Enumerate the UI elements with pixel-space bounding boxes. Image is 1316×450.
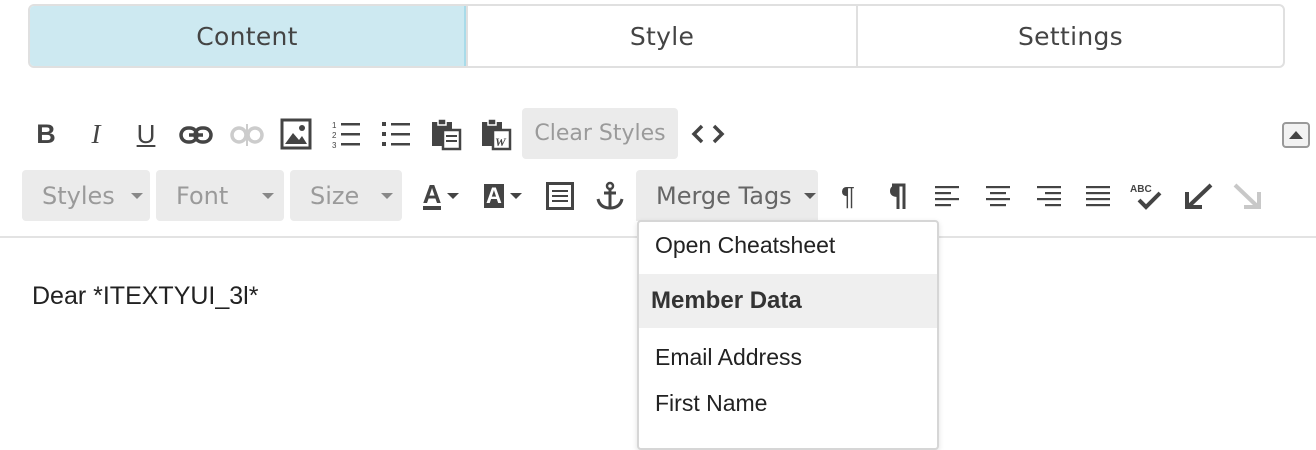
numbered-list-icon[interactable]: 123 — [330, 118, 362, 150]
italic-button[interactable]: I — [84, 118, 108, 150]
font-dropdown[interactable]: Font — [156, 170, 284, 221]
source-code-icon[interactable] — [690, 118, 726, 150]
font-dropdown-label: Font — [176, 181, 229, 210]
link-icon[interactable] — [178, 120, 214, 150]
tab-style[interactable]: Style — [466, 6, 856, 66]
svg-text:ABC: ABC — [1130, 184, 1152, 195]
chevron-down-icon — [381, 192, 394, 199]
bullet-list-icon[interactable] — [380, 118, 412, 150]
bold-button[interactable]: B — [34, 118, 58, 150]
merge-tags-menu: Open Cheatsheet Member Data Email Addres… — [637, 220, 939, 450]
open-cheatsheet-item[interactable]: Open Cheatsheet — [655, 232, 835, 259]
undo-icon[interactable] — [1182, 180, 1214, 212]
collapse-toolbar-button[interactable] — [1282, 122, 1310, 148]
text-color-label: A — [422, 179, 442, 210]
member-data-header: Member Data — [639, 274, 937, 328]
chevron-down-icon — [803, 192, 816, 199]
redo-icon[interactable] — [1232, 180, 1264, 212]
size-dropdown-label: Size — [310, 181, 360, 210]
editor-tabs: Content Style Settings — [28, 4, 1285, 68]
align-center-icon[interactable] — [984, 182, 1012, 210]
svg-text:2: 2 — [332, 131, 337, 140]
tab-content[interactable]: Content — [30, 6, 466, 66]
editor-body-text[interactable]: Dear *ITEXTYUI_3l* — [32, 282, 258, 311]
pilcrow-ltr-icon[interactable]: ¶ — [834, 180, 862, 212]
email-address-item[interactable]: Email Address — [655, 344, 802, 371]
tab-settings[interactable]: Settings — [856, 6, 1283, 66]
text-color-button[interactable]: A — [418, 178, 464, 214]
styles-dropdown[interactable]: Styles — [22, 170, 150, 221]
merge-tags-dropdown[interactable]: Merge Tags — [636, 170, 818, 221]
align-right-icon[interactable] — [1034, 182, 1062, 210]
anchor-icon[interactable] — [594, 180, 626, 212]
chevron-down-icon — [447, 193, 460, 199]
unlink-icon[interactable] — [229, 120, 265, 150]
svg-text:W: W — [495, 135, 507, 149]
svg-text:1: 1 — [332, 121, 337, 130]
merge-tags-label: Merge Tags — [656, 181, 792, 210]
first-name-item[interactable]: First Name — [655, 390, 767, 417]
svg-text:3: 3 — [332, 141, 337, 149]
spellcheck-icon[interactable]: ABC — [1130, 180, 1164, 212]
image-icon[interactable] — [279, 117, 313, 151]
chevron-down-icon — [130, 192, 143, 199]
background-color-button[interactable]: A — [480, 178, 526, 214]
paste-from-word-icon[interactable]: W — [479, 117, 513, 151]
clear-styles-button[interactable]: Clear Styles — [522, 108, 678, 159]
background-color-label: A — [484, 183, 504, 208]
chevron-down-icon — [262, 192, 275, 199]
styles-dropdown-label: Styles — [42, 181, 115, 210]
pilcrow-rtl-icon[interactable] — [884, 180, 912, 212]
size-dropdown[interactable]: Size — [290, 170, 402, 221]
horizontal-rule-icon[interactable] — [545, 180, 575, 212]
align-left-icon[interactable] — [934, 182, 962, 210]
align-justify-icon[interactable] — [1084, 182, 1112, 210]
underline-button[interactable]: U — [133, 118, 159, 150]
paste-icon[interactable] — [429, 117, 463, 151]
chevron-down-icon — [509, 193, 522, 199]
